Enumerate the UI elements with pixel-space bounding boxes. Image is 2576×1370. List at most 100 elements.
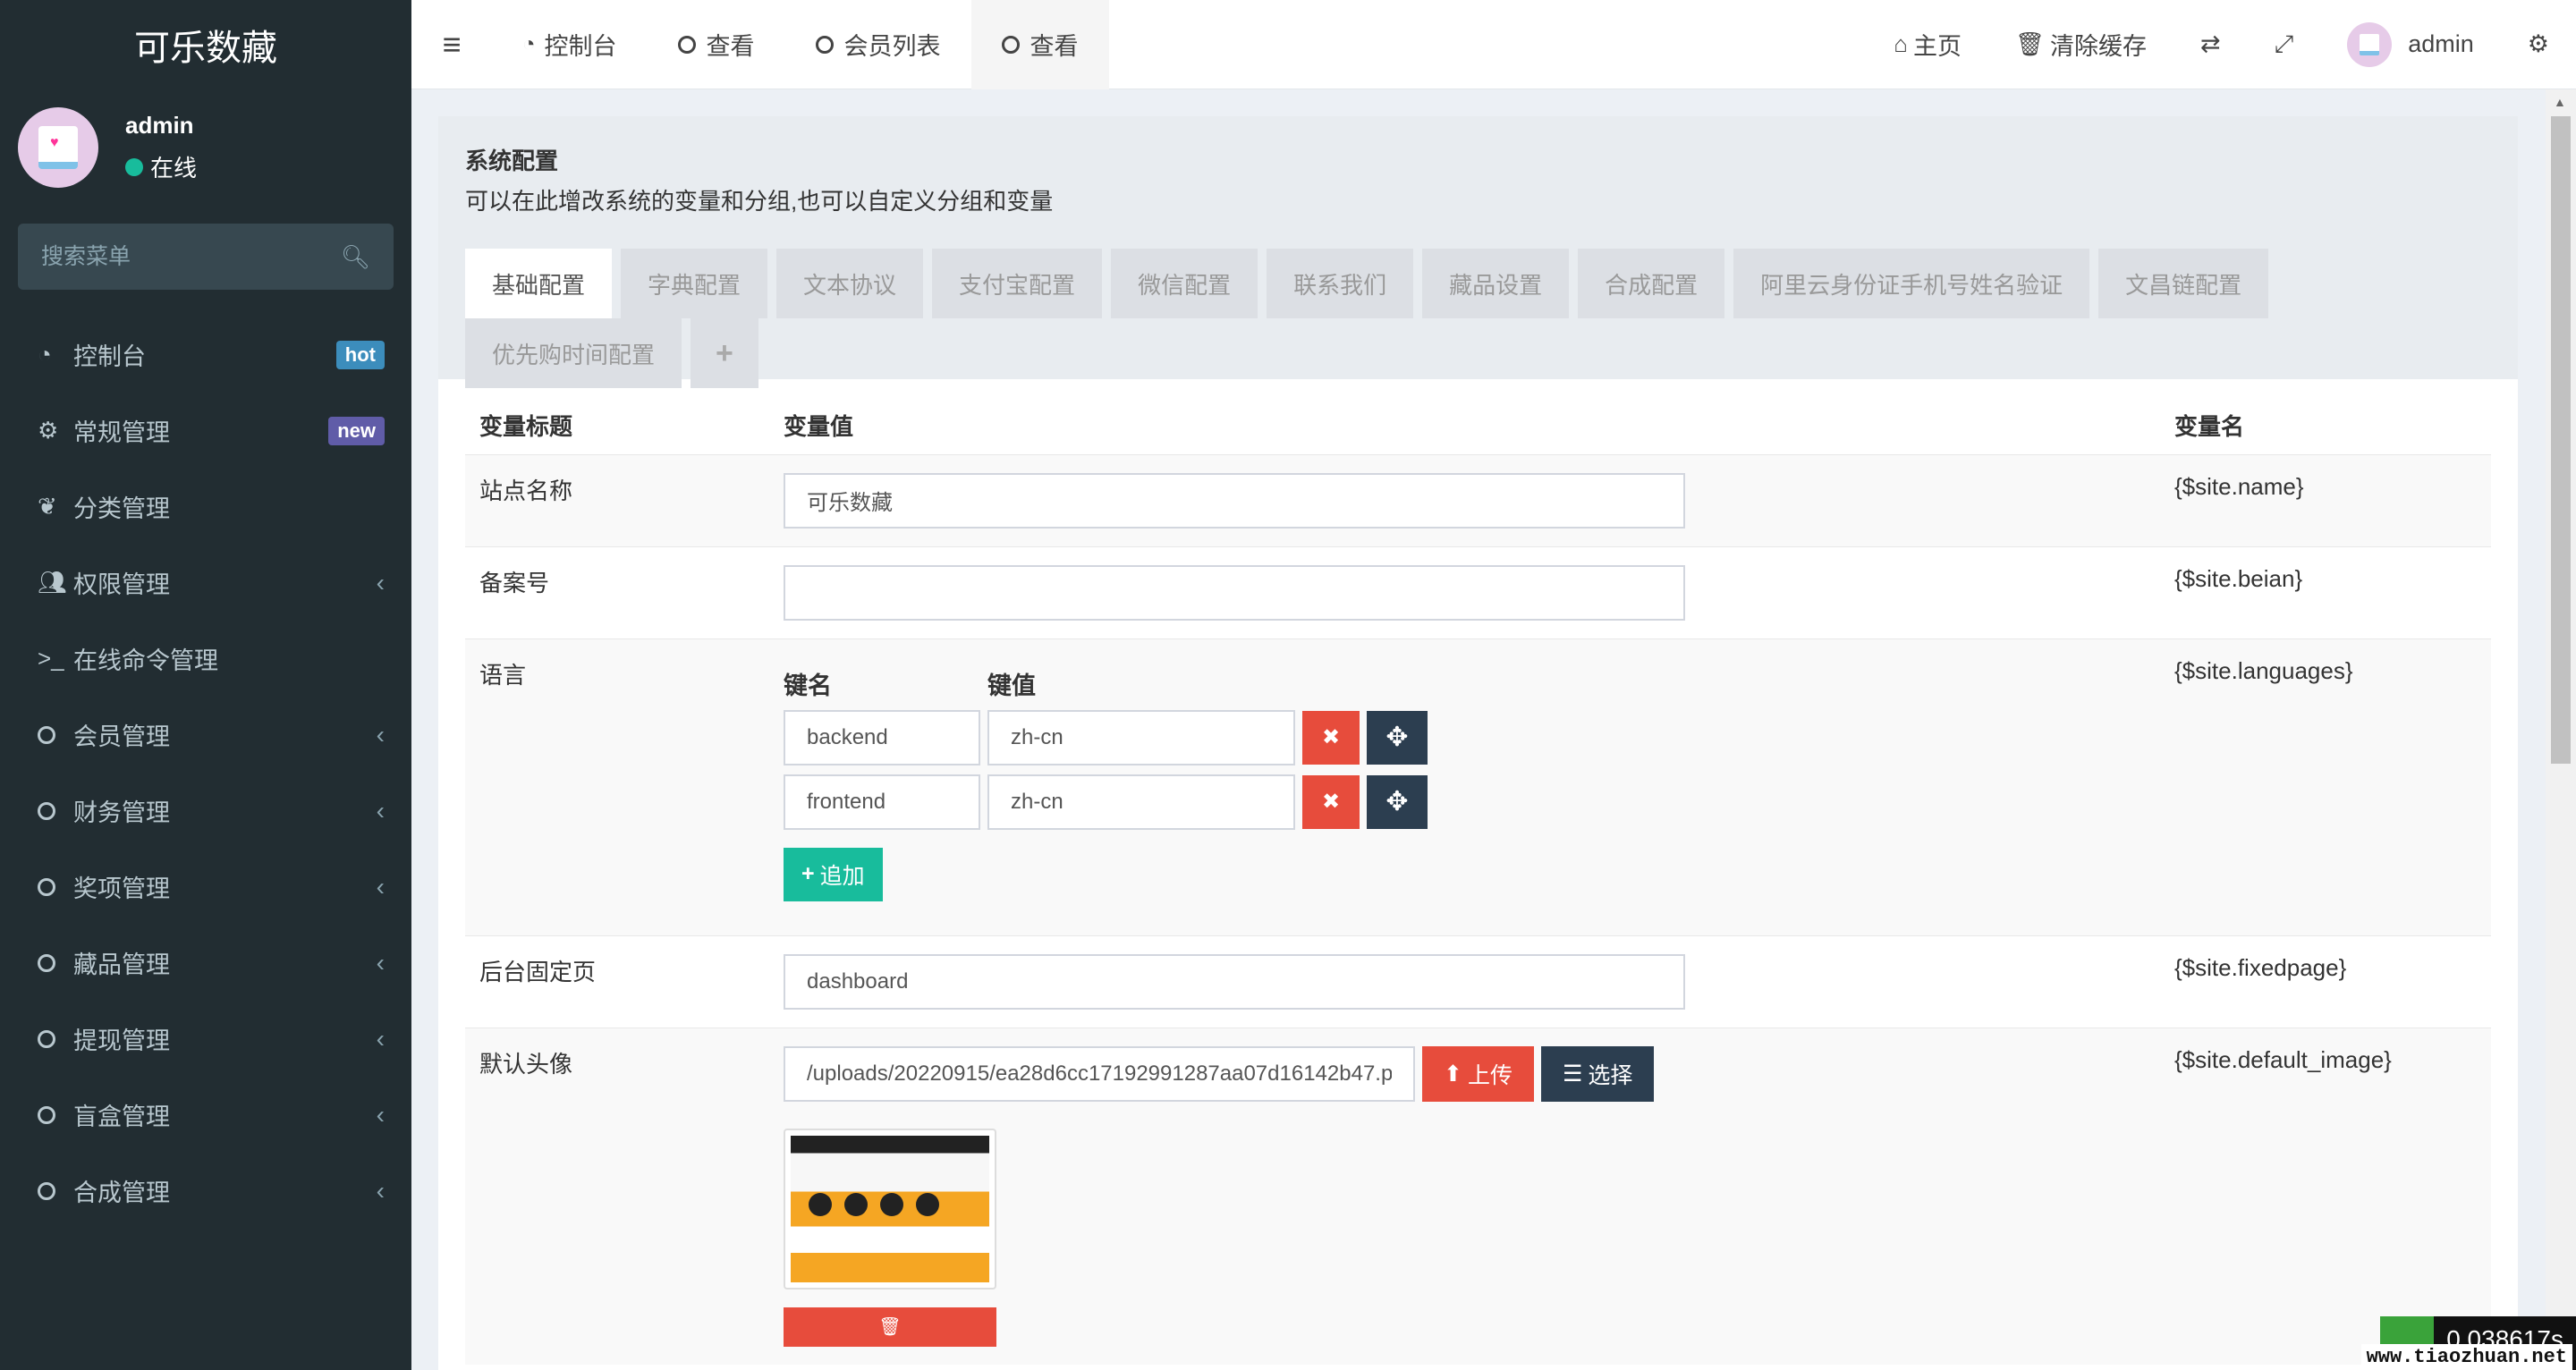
- tab-dictionary[interactable]: 字典配置: [621, 249, 768, 318]
- sidebar-item-auth[interactable]: 👥︎ 权限管理 ‹: [0, 545, 411, 621]
- remove-pair-button[interactable]: ✖: [1302, 774, 1360, 829]
- header-value: 变量值: [784, 413, 854, 441]
- chevron-left-icon: ‹: [376, 872, 385, 901]
- site-name-input[interactable]: [784, 472, 1685, 529]
- choose-button[interactable]: ☰ 选择: [1540, 1045, 1655, 1102]
- sidebar: 可乐数藏 admin 在线 🔍︎ ◔ 控制台 hot ⚙ 常规管理 new ❦ …: [0, 0, 411, 1370]
- tab-dashboard[interactable]: ◔ 控制台: [492, 0, 648, 89]
- tab-collection[interactable]: 藏品设置: [1422, 249, 1570, 318]
- user-menu[interactable]: admin: [2320, 0, 2501, 89]
- menu-search-input[interactable]: [41, 243, 327, 270]
- tab-alipay[interactable]: 支付宝配置: [932, 249, 1103, 318]
- sidebar-item-collection[interactable]: 藏品管理 ‹: [0, 925, 411, 1001]
- sidebar-item-label: 合成管理: [73, 1180, 170, 1206]
- choose-label: 选择: [1588, 1062, 1633, 1088]
- watermark-site: www.tiaozhuan.net: [2360, 1344, 2572, 1370]
- tab-agreement[interactable]: 文本协议: [776, 249, 924, 318]
- tab-synthesis[interactable]: 合成配置: [1578, 249, 1725, 318]
- table-row: 默认头像 ⬆ 上传 ☰ 选择: [465, 1027, 2491, 1365]
- chevron-left-icon: ‹: [376, 720, 385, 748]
- kv-key-input[interactable]: [784, 774, 980, 830]
- kv-value-header: 键值: [987, 672, 1036, 699]
- sidebar-item-label: 在线命令管理: [73, 647, 218, 674]
- leaf-icon: ❦: [38, 493, 57, 520]
- scroll-thumb[interactable]: [2551, 116, 2571, 764]
- user-panel: admin 在线: [0, 89, 411, 206]
- sidebar-item-label: 盲盒管理: [73, 1104, 170, 1130]
- user-status-label: 在线: [150, 155, 198, 182]
- sidebar-item-general[interactable]: ⚙ 常规管理 new: [0, 393, 411, 469]
- fixed-page-input[interactable]: [784, 953, 1685, 1010]
- tab-view-2[interactable]: 查看: [970, 0, 1109, 89]
- table-row: 语言 键名 键值 ✖ ✥ ✖: [465, 638, 2491, 935]
- preview-image: [791, 1135, 989, 1282]
- scroll-up-icon[interactable]: ▲: [2554, 95, 2566, 109]
- translate-icon[interactable]: ⇄: [2174, 0, 2248, 89]
- hot-badge: hot: [335, 340, 385, 369]
- sidebar-item-command[interactable]: >_ 在线命令管理: [0, 621, 411, 697]
- tab-view-1[interactable]: 查看: [648, 0, 785, 89]
- tab-priority-time[interactable]: 优先购时间配置: [465, 318, 682, 388]
- kv-pair: ✖ ✥: [784, 774, 2146, 830]
- var-name: {$site.fixedpage}: [2160, 934, 2491, 1028]
- terminal-icon: >_: [38, 645, 64, 672]
- remove-image-button[interactable]: 🗑︎: [784, 1307, 996, 1347]
- brand-logo[interactable]: 可乐数藏: [0, 0, 411, 89]
- panel-heading: 系统配置 可以在此增改系统的变量和分组,也可以自定义分组和变量 基础配置 字典配…: [438, 116, 2518, 388]
- sidebar-item-award[interactable]: 奖项管理 ‹: [0, 849, 411, 925]
- kv-value-input[interactable]: [987, 774, 1295, 830]
- drag-handle[interactable]: ✥: [1367, 710, 1428, 765]
- fullscreen-icon[interactable]: ⤢: [2248, 0, 2321, 89]
- default-image-input[interactable]: [784, 1045, 1415, 1102]
- home-icon: ⌂: [1894, 30, 1908, 57]
- upload-button[interactable]: ⬆ 上传: [1422, 1045, 1534, 1102]
- close-icon: ✖: [1321, 725, 1341, 749]
- image-preview[interactable]: [784, 1128, 996, 1290]
- new-badge: new: [328, 416, 385, 445]
- table-row: 备案号 {$site.beian}: [465, 545, 2491, 638]
- chevron-left-icon: ‹: [376, 948, 385, 977]
- sidebar-item-blindbox[interactable]: 盲盒管理 ‹: [0, 1077, 411, 1153]
- arrows-move-icon: ✥: [1385, 787, 1409, 816]
- tab-basic[interactable]: 基础配置: [465, 249, 613, 318]
- sidebar-item-label: 会员管理: [73, 723, 170, 750]
- sidebar-item-label: 权限管理: [73, 571, 170, 598]
- tab-label: 查看: [1030, 33, 1079, 60]
- clear-cache-button[interactable]: 🗑︎ 清除缓存: [1988, 0, 2174, 89]
- settings-icon[interactable]: ⚙: [2501, 0, 2576, 89]
- kv-key-input[interactable]: [784, 709, 980, 765]
- drag-handle[interactable]: ✥: [1367, 774, 1428, 829]
- topbar: ≡ ◔ 控制台 查看 会员列表 查看 ⌂ 主页 🗑︎ 清除缓存 ⇄ ⤢ admi…: [411, 0, 2576, 89]
- tab-member-list[interactable]: 会员列表: [785, 0, 971, 89]
- sidebar-item-finance[interactable]: 财务管理 ‹: [0, 773, 411, 849]
- tab-wenchang-chain[interactable]: 文昌链配置: [2098, 249, 2269, 318]
- table-row: 后台固定页 {$site.fixedpage}: [465, 934, 2491, 1028]
- page-scrollbar[interactable]: ▲: [2546, 89, 2576, 1370]
- upload-label: 上传: [1467, 1062, 1513, 1088]
- sidebar-item-dashboard[interactable]: ◔ 控制台 hot: [0, 317, 411, 393]
- kv-pair: ✖ ✥: [784, 709, 2146, 765]
- var-name: {$site.languages}: [2160, 638, 2491, 935]
- tab-label: 控制台: [544, 33, 617, 60]
- kv-value-input[interactable]: [987, 709, 1295, 765]
- sidebar-item-withdraw[interactable]: 提现管理 ‹: [0, 1001, 411, 1077]
- home-label: 主页: [1912, 33, 1962, 60]
- sidebar-item-category[interactable]: ❦ 分类管理: [0, 469, 411, 545]
- beian-input[interactable]: [784, 564, 1685, 621]
- home-link[interactable]: ⌂ 主页: [1867, 0, 1988, 89]
- users-icon: 👥︎: [38, 569, 68, 596]
- tab-contact[interactable]: 联系我们: [1267, 249, 1414, 318]
- sidebar-item-member[interactable]: 会员管理 ‹: [0, 697, 411, 773]
- row-title: 后台固定页: [465, 934, 769, 1028]
- sidebar-item-synthesis[interactable]: 合成管理 ‹: [0, 1153, 411, 1229]
- tab-wechat[interactable]: 微信配置: [1111, 249, 1258, 318]
- kv-header: 键名 键值: [784, 666, 2146, 701]
- tab-aliyun-verify[interactable]: 阿里云身份证手机号姓名验证: [1733, 249, 2090, 318]
- add-tab-button[interactable]: +: [691, 318, 758, 388]
- sidebar-toggle-icon[interactable]: ≡: [411, 0, 492, 89]
- sidebar-search: 🔍︎: [18, 224, 394, 290]
- add-pair-button[interactable]: + 追加: [784, 847, 883, 901]
- circle-icon: [1001, 35, 1020, 54]
- remove-pair-button[interactable]: ✖: [1302, 710, 1360, 765]
- search-icon[interactable]: 🔍︎: [341, 243, 370, 271]
